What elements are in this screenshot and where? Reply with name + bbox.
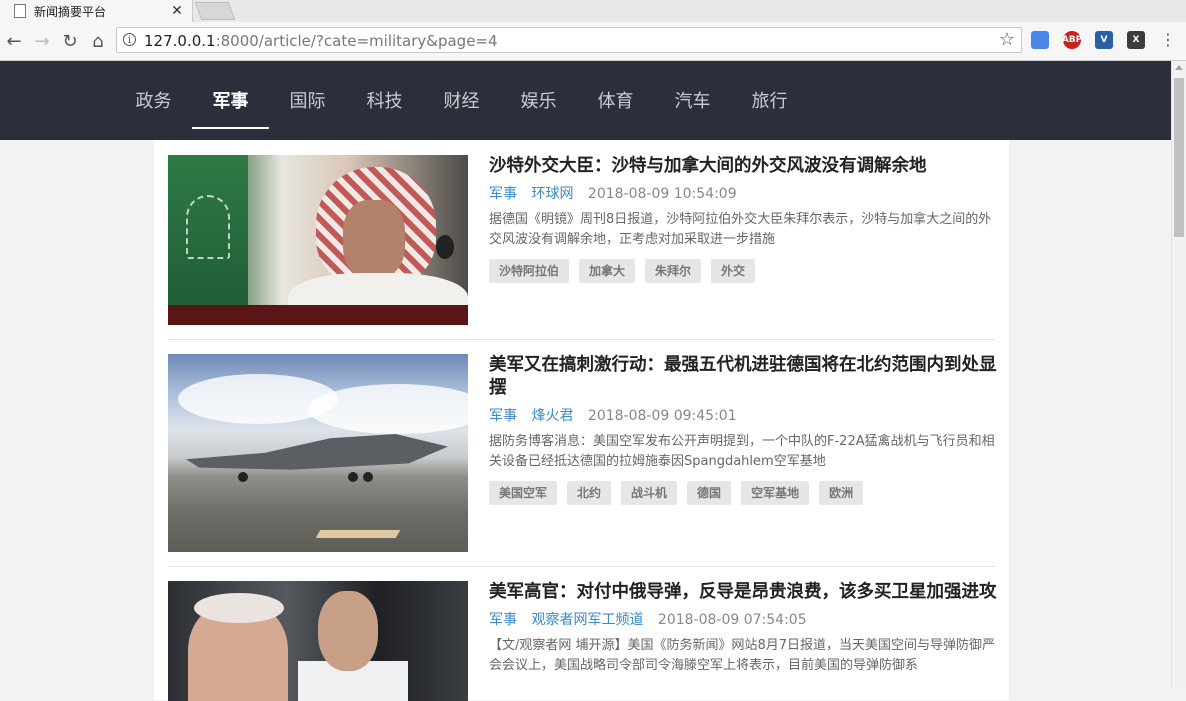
article-thumbnail[interactable]: [168, 581, 468, 701]
article-tag[interactable]: 加拿大: [579, 259, 636, 283]
article-source-link[interactable]: 烽火君: [531, 408, 573, 424]
nav-item-sports[interactable]: 体育: [577, 61, 654, 127]
article-summary: 据防务博客消息：美国空军发布公开声明提到，一个中队的F-22A猛禽战机与飞行员和…: [489, 434, 995, 469]
browser-menu-icon[interactable]: ⋮: [1160, 30, 1176, 49]
article-tag[interactable]: 北约: [567, 481, 612, 505]
scroll-up-arrow-icon[interactable]: [1175, 65, 1183, 70]
article-tag[interactable]: 外交: [711, 259, 756, 283]
article-thumbnail[interactable]: [168, 354, 468, 552]
article-tag[interactable]: 美国空军: [489, 481, 558, 505]
adblock-icon[interactable]: ABP: [1062, 31, 1082, 49]
article-tag[interactable]: 欧洲: [819, 481, 864, 505]
nav-item-auto[interactable]: 汽车: [654, 61, 731, 127]
nav-item-military[interactable]: 军事: [192, 61, 269, 129]
page-icon: [14, 4, 26, 18]
article-tag[interactable]: 朱拜尔: [645, 259, 702, 283]
nav-item-technology[interactable]: 科技: [346, 61, 423, 127]
close-tab-icon[interactable]: ✕: [168, 3, 186, 19]
nav-item-travel[interactable]: 旅行: [731, 61, 808, 127]
article-title[interactable]: 沙特外交大臣：沙特与加拿大间的外交风波没有调解余地: [489, 155, 997, 178]
new-tab-button[interactable]: [194, 2, 236, 20]
category-nav: 政务 军事 国际 科技 财经 娱乐 体育 汽车 旅行: [0, 61, 1171, 140]
home-icon[interactable]: ⌂: [87, 30, 109, 52]
article-title[interactable]: 美军又在搞刺激行动：最强五代机进驻德国将在北约范围内到处显摆: [489, 354, 997, 400]
site-info-icon[interactable]: i: [123, 33, 136, 46]
url-text[interactable]: 127.0.0.1:8000/article/?cate=military&pa…: [144, 32, 498, 50]
nav-item-international[interactable]: 国际: [269, 61, 346, 127]
tab-title: 新闻摘要平台: [34, 4, 107, 19]
browser-tab[interactable]: 新闻摘要平台 ✕: [0, 0, 193, 22]
article-time: 2018-08-09 10:54:09: [587, 186, 737, 202]
article-title[interactable]: 美军高官：对付中俄导弹，反导是昂贵浪费，该多买卫星加强进攻: [489, 581, 997, 604]
article-tag[interactable]: 沙特阿拉伯: [489, 259, 570, 283]
article-thumbnail[interactable]: [168, 155, 468, 325]
article-list: 沙特外交大臣：沙特与加拿大间的外交风波没有调解余地 军事 环球网 2018-08…: [154, 140, 1009, 701]
divider: [168, 566, 995, 567]
scroll-thumb[interactable]: [1174, 78, 1184, 237]
article-tag[interactable]: 空军基地: [741, 481, 810, 505]
article-summary: 【文/观察者网 埔开源】美国《防务新闻》网站8月7日报道，当天美国空间与导弹防御…: [489, 638, 996, 673]
page-scrollbar[interactable]: [1171, 61, 1186, 687]
address-bar[interactable]: i 127.0.0.1:8000/article/?cate=military&…: [116, 27, 1022, 53]
nav-item-entertainment[interactable]: 娱乐: [500, 61, 577, 127]
article-category-link[interactable]: 军事: [489, 408, 517, 424]
article-tag[interactable]: 德国: [687, 481, 732, 505]
browser-tab-strip: 新闻摘要平台 ✕: [0, 0, 1186, 22]
article-item: 美军又在搞刺激行动：最强五代机进驻德国将在北约范围内到处显摆 军事 烽火君 20…: [168, 354, 997, 552]
article-item: 沙特外交大臣：沙特与加拿大间的外交风波没有调解余地 军事 环球网 2018-08…: [168, 155, 995, 325]
back-icon[interactable]: ←: [3, 30, 25, 52]
reload-icon[interactable]: ↻: [59, 30, 81, 52]
nav-item-politics[interactable]: 政务: [115, 61, 192, 127]
article-tags: 美国空军 北约 战斗机 德国 空军基地 欧洲: [489, 481, 997, 505]
article-source-link[interactable]: 观察者网军工频道: [531, 612, 643, 628]
translate-icon[interactable]: [1031, 31, 1049, 49]
forward-icon[interactable]: →: [31, 30, 53, 52]
nav-item-finance[interactable]: 财经: [423, 61, 500, 127]
article-time: 2018-08-09 09:45:01: [587, 408, 737, 424]
x-extension-icon[interactable]: X: [1127, 31, 1145, 49]
article-tags: 沙特阿拉伯 加拿大 朱拜尔 外交: [489, 259, 997, 283]
article-summary: 据德国《明镜》周刊8日报道，沙特阿拉伯外交大臣朱拜尔表示，沙特与加拿大之间的外交…: [489, 212, 992, 247]
article-category-link[interactable]: 军事: [489, 612, 517, 628]
article-tag[interactable]: 战斗机: [621, 481, 678, 505]
article-category-link[interactable]: 军事: [489, 186, 517, 202]
article-item: 美军高官：对付中俄导弹，反导是昂贵浪费，该多买卫星加强进攻 军事 观察者网军工频…: [168, 581, 997, 701]
vue-devtools-icon[interactable]: V: [1095, 31, 1113, 49]
browser-toolbar: ← → ↻ ⌂ i 127.0.0.1:8000/article/?cate=m…: [0, 22, 1186, 61]
bookmark-star-icon[interactable]: ☆: [999, 29, 1015, 50]
article-time: 2018-08-09 07:54:05: [657, 612, 807, 628]
divider: [168, 339, 995, 340]
article-source-link[interactable]: 环球网: [531, 186, 573, 202]
